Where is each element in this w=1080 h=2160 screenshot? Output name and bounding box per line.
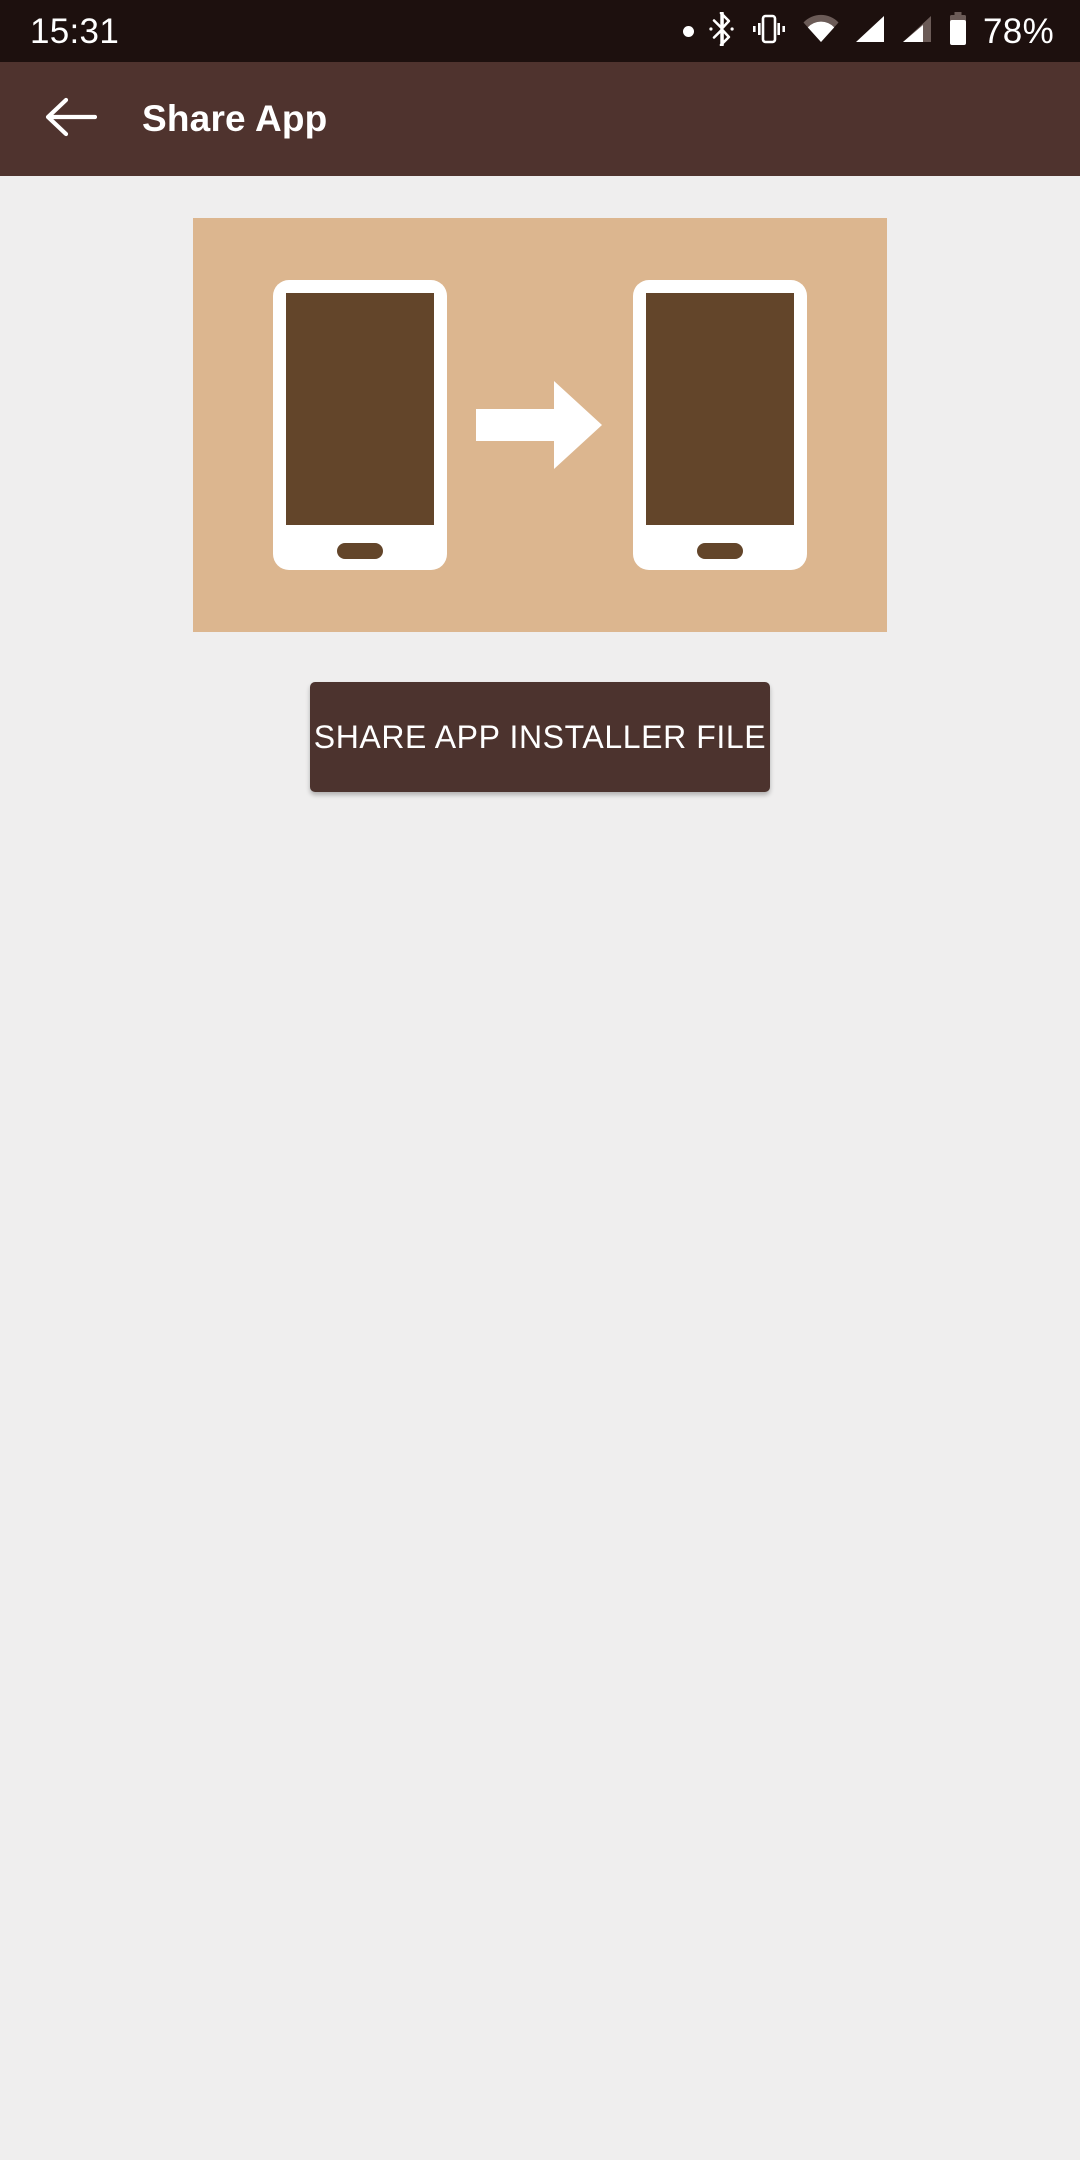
phone-home-button — [697, 543, 743, 559]
phone-icon — [273, 280, 447, 570]
phone-screen — [646, 293, 794, 525]
bluetooth-icon — [709, 11, 735, 51]
dot-icon — [683, 25, 695, 37]
status-bar: 15:31 78% — [0, 0, 1080, 62]
status-clock: 15:31 — [30, 11, 120, 51]
app-bar: Share App — [0, 62, 1080, 176]
arrow-left-icon — [45, 96, 98, 143]
vibrate-icon — [750, 14, 788, 49]
page-title: Share App — [142, 98, 328, 139]
back-button[interactable] — [40, 88, 102, 150]
share-app-installer-file-button[interactable]: SHARE APP INSTALLER FILE — [310, 682, 770, 792]
battery-percent-label: 78% — [983, 11, 1054, 51]
phone-home-button — [337, 543, 383, 559]
arrow-right-icon — [475, 379, 605, 471]
wifi-icon — [803, 14, 839, 49]
signal-partial-icon — [901, 14, 933, 49]
phone-screen — [286, 293, 434, 525]
main-content: SHARE APP INSTALLER FILE — [0, 176, 1080, 2160]
share-illustration — [193, 218, 887, 632]
status-bar-icons: 78% — [683, 11, 1054, 51]
battery-icon — [948, 11, 968, 51]
phone-icon — [633, 280, 807, 570]
signal-full-icon — [854, 14, 886, 49]
